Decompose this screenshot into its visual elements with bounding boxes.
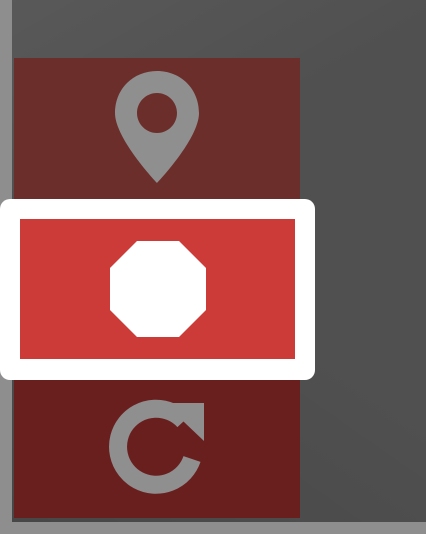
map-pin-icon bbox=[115, 71, 199, 183]
stop-octagon-icon bbox=[109, 241, 206, 337]
stop-button[interactable] bbox=[20, 219, 295, 359]
stop-button-highlight[interactable] bbox=[0, 199, 315, 380]
locate-button[interactable] bbox=[14, 62, 300, 192]
frame-bottom-border bbox=[0, 522, 426, 534]
refresh-button[interactable] bbox=[14, 390, 300, 505]
refresh-icon bbox=[109, 399, 204, 494]
